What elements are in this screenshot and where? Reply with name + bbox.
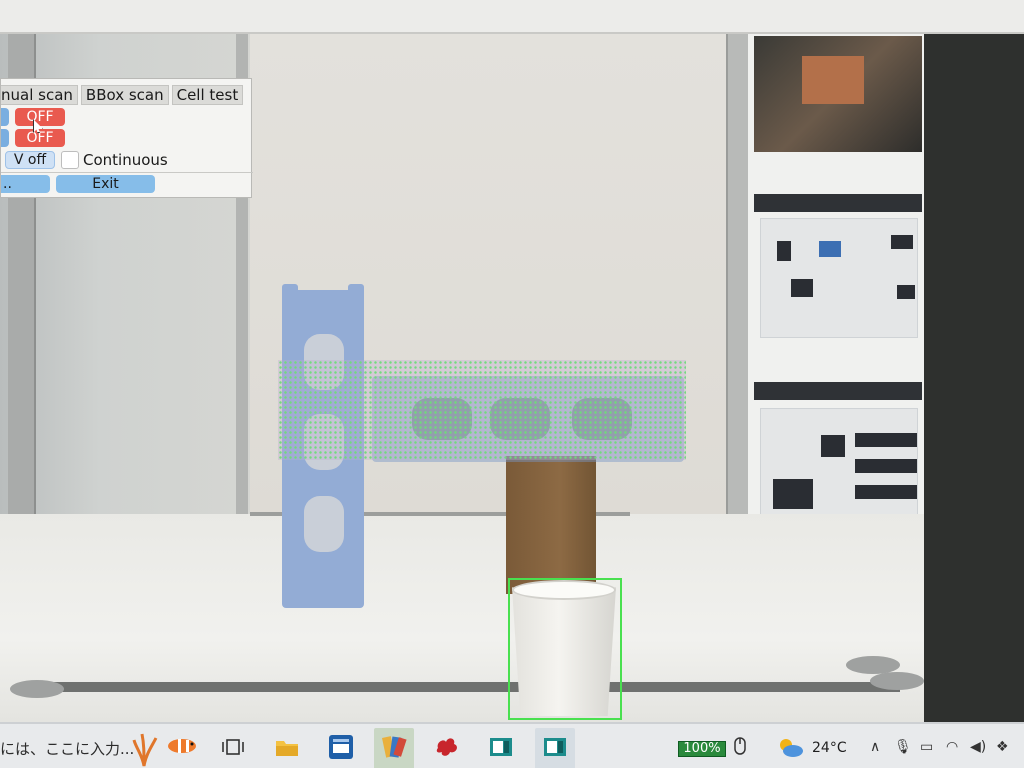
cam-right-post xyxy=(726,34,748,594)
scan-app-icon[interactable] xyxy=(381,734,407,760)
continuous-label: Continuous xyxy=(83,151,168,169)
cloud-sun-icon[interactable] xyxy=(776,736,804,758)
cam-dark-edge xyxy=(924,34,1024,722)
exit-button[interactable]: Exit xyxy=(56,175,155,193)
v-off-button[interactable]: V off xyxy=(5,151,55,169)
dropbox-icon[interactable]: ❖ xyxy=(996,739,1009,755)
window-top-strip xyxy=(0,0,1024,34)
toggle-1-off-button[interactable]: OFF xyxy=(15,108,65,126)
poster-diagram-part xyxy=(819,241,841,257)
mouse-device-icon xyxy=(734,737,746,755)
tab-bbox-scan[interactable]: BBox scan xyxy=(80,85,169,105)
poster-figure xyxy=(760,408,918,524)
poster-header-band xyxy=(754,382,922,400)
continuous-checkbox[interactable] xyxy=(61,151,79,169)
scan-control-window: nual scan BBox scan Cell test OFF OFF V … xyxy=(0,78,253,198)
point-cloud-overlay xyxy=(278,360,686,460)
wifi-icon[interactable]: ◠ xyxy=(946,739,958,755)
window-app-icon-2[interactable] xyxy=(542,734,568,760)
microphone-icon[interactable]: 🎙 xyxy=(894,739,912,755)
toggle-2-off-button[interactable]: OFF xyxy=(15,129,65,147)
poster-figure-part xyxy=(855,485,917,499)
poster-diagram-part xyxy=(897,285,915,299)
window-divider xyxy=(1,172,253,173)
battery-indicator: 100% xyxy=(678,741,726,757)
tab-cell-test[interactable]: Cell test xyxy=(171,85,244,105)
row2-left-button[interactable] xyxy=(1,129,9,147)
volume-icon[interactable]: ◀) xyxy=(970,739,986,755)
row1-left-button[interactable] xyxy=(1,108,9,126)
temperature-label[interactable]: 24°C xyxy=(812,740,847,756)
block-notch xyxy=(348,284,364,298)
frame-foot xyxy=(870,672,924,690)
floor-front-rail xyxy=(20,682,900,692)
poster-photo-object xyxy=(802,56,864,104)
poster-figure-part xyxy=(773,479,813,509)
poster-figure-part xyxy=(855,433,917,447)
taskbar: には、ここに入力... 100% 24°C ∧ 🎙 ▭ ◠ ◀) ❖ xyxy=(0,722,1024,768)
poster-diagram-part xyxy=(791,279,813,297)
poster-diagram-part xyxy=(777,241,791,261)
block-notch xyxy=(282,284,298,298)
task-view-icon[interactable] xyxy=(220,734,246,760)
window-app-icon[interactable] xyxy=(488,734,514,760)
search-highlight-illustration xyxy=(132,733,196,767)
poster-figure-part xyxy=(855,459,917,473)
poster-photo xyxy=(754,36,922,152)
telematic-app-icon[interactable] xyxy=(328,734,354,760)
block-hole xyxy=(304,496,344,552)
poster-diagram-part xyxy=(891,235,913,249)
frame-foot xyxy=(10,680,64,698)
folder-icon[interactable] xyxy=(274,734,300,760)
taskbar-search-box[interactable]: には、ここに入力... xyxy=(0,738,134,759)
chevron-up-icon[interactable]: ∧ xyxy=(870,739,880,755)
poster-header-band xyxy=(754,194,922,212)
cardboard-box xyxy=(506,456,596,594)
paint-splash-icon[interactable] xyxy=(434,734,460,760)
poster-figure-part xyxy=(821,435,845,457)
detection-bounding-box xyxy=(508,578,622,720)
left-action-button[interactable]: .. xyxy=(1,175,50,193)
screen: nual scan BBox scan Cell test OFF OFF V … xyxy=(0,0,1024,768)
tab-bar: nual scan BBox scan Cell test xyxy=(1,85,244,105)
poster-diagram xyxy=(760,218,918,338)
tab-manual-scan[interactable]: nual scan xyxy=(1,85,78,105)
keyboard-icon[interactable]: ▭ xyxy=(920,739,933,755)
